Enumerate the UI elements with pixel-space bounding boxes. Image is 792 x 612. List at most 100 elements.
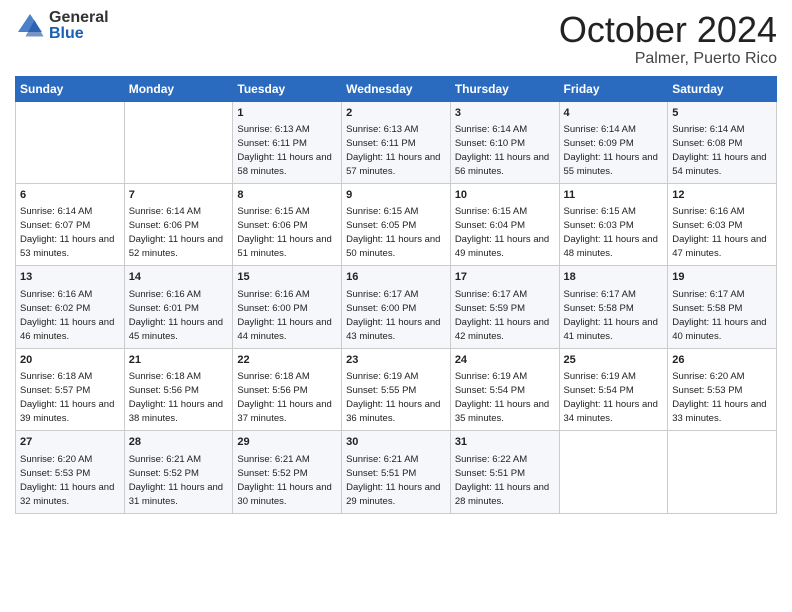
cell-info: Sunrise: 6:22 AMSunset: 5:51 PMDaylight:… bbox=[455, 454, 549, 507]
calendar-cell: 5 Sunrise: 6:14 AMSunset: 6:08 PMDaylight… bbox=[668, 101, 777, 183]
calendar-cell: 21 Sunrise: 6:18 AMSunset: 5:56 PMDayligh… bbox=[124, 348, 233, 430]
calendar-cell: 10Sunrise: 6:15 AMSunset: 6:04 PMDayligh… bbox=[450, 183, 559, 265]
calendar-cell: 22 Sunrise: 6:18 AMSunset: 5:56 PMDayligh… bbox=[233, 348, 342, 430]
header-cell-saturday: Saturday bbox=[668, 76, 777, 101]
header-cell-monday: Monday bbox=[124, 76, 233, 101]
day-number: 25 bbox=[564, 353, 664, 368]
calendar-cell: 28 Sunrise: 6:21 AMSunset: 5:52 PMDayligh… bbox=[124, 431, 233, 513]
calendar-cell: 30 Sunrise: 6:21 AMSunset: 5:51 PMDayligh… bbox=[342, 431, 451, 513]
cell-info: Sunrise: 6:15 AMSunset: 6:04 PMDaylight:… bbox=[455, 206, 549, 259]
day-number: 27 bbox=[20, 435, 120, 450]
cell-info: Sunrise: 6:17 AMSunset: 5:58 PMDaylight:… bbox=[564, 289, 658, 342]
day-number: 31 bbox=[455, 435, 555, 450]
day-number: 16 bbox=[346, 270, 446, 285]
day-number: 1 bbox=[237, 106, 337, 121]
cell-info: Sunrise: 6:15 AMSunset: 6:03 PMDaylight:… bbox=[564, 206, 658, 259]
calendar-cell: 11 Sunrise: 6:15 AMSunset: 6:03 PMDayligh… bbox=[559, 183, 668, 265]
header-cell-wednesday: Wednesday bbox=[342, 76, 451, 101]
cell-info: Sunrise: 6:19 AMSunset: 5:54 PMDaylight:… bbox=[564, 371, 658, 424]
day-number: 29 bbox=[237, 435, 337, 450]
week-row-5: 27 Sunrise: 6:20 AMSunset: 5:53 PMDayligh… bbox=[16, 431, 777, 513]
cell-info: Sunrise: 6:20 AMSunset: 5:53 PMDaylight:… bbox=[20, 454, 114, 507]
calendar-cell: 20 Sunrise: 6:18 AMSunset: 5:57 PMDayligh… bbox=[16, 348, 125, 430]
calendar-cell bbox=[668, 431, 777, 513]
day-number: 28 bbox=[129, 435, 229, 450]
day-number: 15 bbox=[237, 270, 337, 285]
cell-info: Sunrise: 6:16 AMSunset: 6:03 PMDaylight:… bbox=[672, 206, 766, 259]
day-number: 6 bbox=[20, 188, 120, 203]
cell-info: Sunrise: 6:15 AMSunset: 6:06 PMDaylight:… bbox=[237, 206, 331, 259]
calendar-cell: 1 Sunrise: 6:13 AMSunset: 6:11 PMDaylight… bbox=[233, 101, 342, 183]
calendar-cell: 13Sunrise: 6:16 AMSunset: 6:02 PMDayligh… bbox=[16, 266, 125, 348]
day-number: 12 bbox=[672, 188, 772, 203]
cell-info: Sunrise: 6:17 AMSunset: 6:00 PMDaylight:… bbox=[346, 289, 440, 342]
day-number: 23 bbox=[346, 353, 446, 368]
header-cell-sunday: Sunday bbox=[16, 76, 125, 101]
calendar-cell: 16 Sunrise: 6:17 AMSunset: 6:00 PMDayligh… bbox=[342, 266, 451, 348]
header: General Blue October 2024 Palmer, Puerto… bbox=[15, 10, 777, 68]
day-number: 3 bbox=[455, 106, 555, 121]
calendar-cell: 27 Sunrise: 6:20 AMSunset: 5:53 PMDayligh… bbox=[16, 431, 125, 513]
calendar-table: SundayMondayTuesdayWednesdayThursdayFrid… bbox=[15, 76, 777, 514]
calendar-cell: 14Sunrise: 6:16 AMSunset: 6:01 PMDayligh… bbox=[124, 266, 233, 348]
logo-general-text: General bbox=[49, 10, 109, 26]
cell-info: Sunrise: 6:19 AMSunset: 5:55 PMDaylight:… bbox=[346, 371, 440, 424]
calendar-cell: 17Sunrise: 6:17 AMSunset: 5:59 PMDayligh… bbox=[450, 266, 559, 348]
week-row-3: 13Sunrise: 6:16 AMSunset: 6:02 PMDayligh… bbox=[16, 266, 777, 348]
cell-info: Sunrise: 6:15 AMSunset: 6:05 PMDaylight:… bbox=[346, 206, 440, 259]
day-number: 7 bbox=[129, 188, 229, 203]
calendar-cell: 18Sunrise: 6:17 AMSunset: 5:58 PMDayligh… bbox=[559, 266, 668, 348]
cell-info: Sunrise: 6:14 AMSunset: 6:08 PMDaylight:… bbox=[672, 124, 766, 177]
calendar-header: SundayMondayTuesdayWednesdayThursdayFrid… bbox=[16, 76, 777, 101]
day-number: 26 bbox=[672, 353, 772, 368]
day-number: 11 bbox=[564, 188, 664, 203]
cell-info: Sunrise: 6:18 AMSunset: 5:56 PMDaylight:… bbox=[237, 371, 331, 424]
logo: General Blue bbox=[15, 10, 109, 42]
header-cell-thursday: Thursday bbox=[450, 76, 559, 101]
month-title: October 2024 bbox=[559, 10, 777, 50]
cell-info: Sunrise: 6:19 AMSunset: 5:54 PMDaylight:… bbox=[455, 371, 549, 424]
calendar-cell: 3 Sunrise: 6:14 AMSunset: 6:10 PMDaylight… bbox=[450, 101, 559, 183]
cell-info: Sunrise: 6:14 AMSunset: 6:09 PMDaylight:… bbox=[564, 124, 658, 177]
cell-info: Sunrise: 6:14 AMSunset: 6:10 PMDaylight:… bbox=[455, 124, 549, 177]
calendar-cell: 4Sunrise: 6:14 AMSunset: 6:09 PMDaylight… bbox=[559, 101, 668, 183]
day-number: 30 bbox=[346, 435, 446, 450]
day-number: 5 bbox=[672, 106, 772, 121]
cell-info: Sunrise: 6:16 AMSunset: 6:02 PMDaylight:… bbox=[20, 289, 114, 342]
calendar-cell bbox=[124, 101, 233, 183]
location: Palmer, Puerto Rico bbox=[559, 50, 777, 68]
calendar-cell: 29 Sunrise: 6:21 AMSunset: 5:52 PMDayligh… bbox=[233, 431, 342, 513]
header-cell-friday: Friday bbox=[559, 76, 668, 101]
cell-info: Sunrise: 6:21 AMSunset: 5:51 PMDaylight:… bbox=[346, 454, 440, 507]
cell-info: Sunrise: 6:21 AMSunset: 5:52 PMDaylight:… bbox=[237, 454, 331, 507]
calendar-cell bbox=[16, 101, 125, 183]
week-row-4: 20 Sunrise: 6:18 AMSunset: 5:57 PMDayligh… bbox=[16, 348, 777, 430]
cell-info: Sunrise: 6:17 AMSunset: 5:59 PMDaylight:… bbox=[455, 289, 549, 342]
calendar-cell: 8 Sunrise: 6:15 AMSunset: 6:06 PMDaylight… bbox=[233, 183, 342, 265]
day-number: 8 bbox=[237, 188, 337, 203]
calendar-cell bbox=[559, 431, 668, 513]
calendar-cell: 6 Sunrise: 6:14 AMSunset: 6:07 PMDaylight… bbox=[16, 183, 125, 265]
logo-text: General Blue bbox=[49, 10, 109, 42]
cell-info: Sunrise: 6:18 AMSunset: 5:57 PMDaylight:… bbox=[20, 371, 114, 424]
cell-info: Sunrise: 6:17 AMSunset: 5:58 PMDaylight:… bbox=[672, 289, 766, 342]
logo-blue-text: Blue bbox=[49, 26, 109, 42]
cell-info: Sunrise: 6:18 AMSunset: 5:56 PMDaylight:… bbox=[129, 371, 223, 424]
cell-info: Sunrise: 6:13 AMSunset: 6:11 PMDaylight:… bbox=[237, 124, 331, 177]
calendar-cell: 19Sunrise: 6:17 AMSunset: 5:58 PMDayligh… bbox=[668, 266, 777, 348]
cell-info: Sunrise: 6:21 AMSunset: 5:52 PMDaylight:… bbox=[129, 454, 223, 507]
day-number: 22 bbox=[237, 353, 337, 368]
week-row-2: 6 Sunrise: 6:14 AMSunset: 6:07 PMDaylight… bbox=[16, 183, 777, 265]
day-number: 24 bbox=[455, 353, 555, 368]
day-number: 20 bbox=[20, 353, 120, 368]
cell-info: Sunrise: 6:20 AMSunset: 5:53 PMDaylight:… bbox=[672, 371, 766, 424]
calendar-cell: 12 Sunrise: 6:16 AMSunset: 6:03 PMDayligh… bbox=[668, 183, 777, 265]
calendar-cell: 24 Sunrise: 6:19 AMSunset: 5:54 PMDayligh… bbox=[450, 348, 559, 430]
day-number: 21 bbox=[129, 353, 229, 368]
calendar-cell: 7 Sunrise: 6:14 AMSunset: 6:06 PMDaylight… bbox=[124, 183, 233, 265]
calendar-cell: 26 Sunrise: 6:20 AMSunset: 5:53 PMDayligh… bbox=[668, 348, 777, 430]
cell-info: Sunrise: 6:14 AMSunset: 6:07 PMDaylight:… bbox=[20, 206, 114, 259]
page-container: General Blue October 2024 Palmer, Puerto… bbox=[0, 0, 792, 524]
cell-info: Sunrise: 6:14 AMSunset: 6:06 PMDaylight:… bbox=[129, 206, 223, 259]
title-section: October 2024 Palmer, Puerto Rico bbox=[559, 10, 777, 68]
